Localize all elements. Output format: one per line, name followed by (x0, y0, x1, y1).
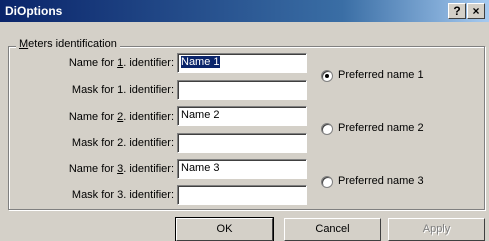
close-button[interactable]: × (467, 3, 485, 19)
mask-2-label: Mask for 2. identifier: (71, 137, 174, 149)
mask-3-label: Mask for 3. identifier: (71, 189, 174, 201)
name-3-label: Name for 3. identifier: (68, 163, 174, 175)
mask-3-input[interactable] (177, 185, 307, 205)
preferred-name-2-radio[interactable] (321, 123, 333, 135)
cancel-button[interactable]: Cancel (284, 218, 381, 241)
name-2-label: Name for 2. identifier: (68, 111, 174, 123)
name-1-input[interactable]: Name 1 (177, 53, 307, 73)
help-button[interactable]: ? (448, 3, 466, 19)
mask-1-input[interactable] (177, 80, 307, 100)
preferred-name-3-radio[interactable] (321, 176, 333, 188)
group-label-rest: eters identification (28, 38, 117, 50)
title-bar[interactable] (0, 0, 489, 22)
name-3-input[interactable]: Name 3 (177, 159, 307, 179)
preferred-name-2-label[interactable]: Preferred name 2 (338, 122, 424, 134)
apply-button[interactable]: Apply (388, 218, 485, 241)
ok-button[interactable]: OK (175, 217, 274, 241)
window-title: DiOptions (5, 4, 63, 18)
name-1-label: Name for 1. identifier: (68, 57, 174, 69)
mask-1-label: Mask for 1. identifier: (71, 84, 174, 96)
mask-2-input[interactable] (177, 133, 307, 153)
preferred-name-1-radio[interactable] (321, 70, 333, 82)
preferred-name-3-label[interactable]: Preferred name 3 (338, 175, 424, 187)
group-label: Meters identification (16, 38, 120, 50)
radio-dot-icon (325, 74, 329, 78)
preferred-name-1-label[interactable]: Preferred name 1 (338, 69, 424, 81)
name-1-value: Name 1 (181, 56, 220, 68)
name-2-input[interactable]: Name 2 (177, 106, 307, 126)
